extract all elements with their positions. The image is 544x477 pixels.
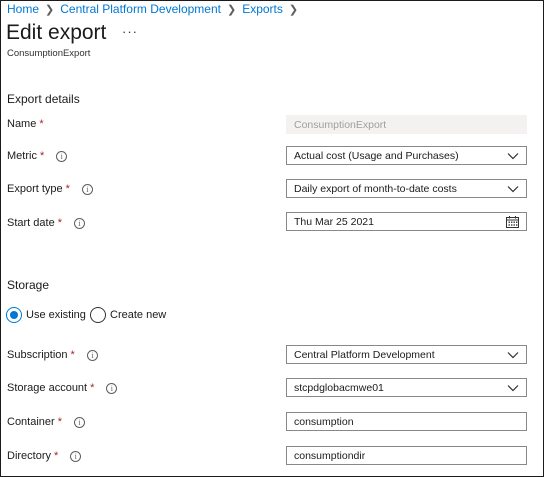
chevron-right-icon: ❯ (45, 3, 55, 16)
metric-label-text: Metric (7, 150, 37, 162)
storage-account-label-text: Storage account (7, 382, 88, 394)
use-existing-radio[interactable]: Use existing (6, 307, 86, 323)
metric-dropdown-value: Actual cost (Usage and Purchases) (294, 149, 459, 162)
name-label: Name * (7, 118, 44, 130)
radio-button-selected[interactable] (6, 307, 22, 323)
required-marker: * (65, 183, 70, 195)
required-marker: * (70, 349, 75, 361)
subscription-label: Subscription * i (7, 349, 98, 361)
subscription-dropdown-value: Central Platform Development (294, 348, 435, 361)
info-icon[interactable]: i (73, 217, 85, 229)
create-new-label: Create new (110, 309, 167, 321)
start-date-label-text: Start date (7, 217, 55, 229)
chevron-right-icon: ❯ (226, 3, 237, 16)
create-new-radio[interactable]: Create new (90, 307, 166, 323)
container-label-text: Container (7, 416, 55, 428)
breadcrumb-exports-link[interactable]: Exports (242, 2, 283, 16)
required-marker: * (57, 217, 62, 229)
chevron-down-icon (507, 185, 519, 192)
info-icon[interactable]: i (86, 349, 98, 361)
info-icon[interactable]: i (73, 416, 85, 428)
export-type-dropdown-value: Daily export of month-to-date costs (294, 182, 457, 195)
required-marker: * (57, 416, 62, 428)
radio-button-unselected[interactable] (90, 307, 106, 323)
name-label-text: Name (7, 118, 37, 130)
info-icon[interactable]: i (81, 183, 93, 195)
breadcrumb-home-link[interactable]: Home (7, 2, 39, 16)
required-marker: * (54, 450, 59, 462)
name-field: ConsumptionExport (286, 115, 527, 134)
breadcrumb: Home ❯ Central Platform Development ❯ Ex… (7, 2, 304, 16)
subscription-dropdown[interactable]: Central Platform Development (286, 345, 527, 364)
container-input-value: consumption (294, 415, 354, 428)
container-input[interactable]: consumption (286, 412, 527, 431)
info-icon[interactable]: i (56, 150, 68, 162)
directory-label: Directory * i (7, 450, 82, 462)
start-date-picker[interactable]: Thu Mar 25 2021 (286, 212, 527, 231)
metric-label: Metric * i (7, 150, 68, 162)
storage-account-dropdown-value: stcpdglobacmwe01 (294, 381, 384, 394)
required-marker: * (90, 382, 95, 394)
export-details-heading: Export details (7, 92, 80, 106)
required-marker: * (39, 118, 44, 130)
breadcrumb-subscription-link[interactable]: Central Platform Development (60, 2, 221, 16)
calendar-icon[interactable] (506, 215, 519, 228)
start-date-value: Thu Mar 25 2021 (294, 215, 374, 228)
page-subtitle: ConsumptionExport (7, 48, 91, 59)
chevron-down-icon (507, 152, 519, 159)
blade-frame (0, 0, 544, 477)
page-title: Edit export (6, 21, 107, 44)
use-existing-label: Use existing (26, 309, 86, 321)
storage-account-dropdown[interactable]: stcpdglobacmwe01 (286, 378, 527, 397)
storage-account-label: Storage account * i (7, 382, 118, 394)
container-label: Container * i (7, 416, 85, 428)
subscription-label-text: Subscription (7, 349, 68, 361)
chevron-down-icon (507, 351, 519, 358)
directory-input[interactable]: consumptiondir (286, 446, 527, 465)
info-icon[interactable]: i (106, 382, 118, 394)
start-date-label: Start date * i (7, 217, 85, 229)
info-icon[interactable]: i (70, 450, 82, 462)
metric-dropdown[interactable]: Actual cost (Usage and Purchases) (286, 146, 527, 165)
directory-label-text: Directory (7, 450, 52, 462)
more-icon[interactable]: ··· (122, 24, 138, 39)
chevron-right-icon: ❯ (288, 3, 299, 16)
required-marker: * (39, 150, 45, 162)
directory-input-value: consumptiondir (294, 449, 366, 462)
name-field-value: ConsumptionExport (294, 118, 387, 131)
chevron-down-icon (507, 384, 519, 391)
storage-heading: Storage (7, 278, 50, 292)
export-type-label-text: Export type (7, 183, 63, 195)
export-type-label: Export type * i (7, 183, 93, 195)
export-type-dropdown[interactable]: Daily export of month-to-date costs (286, 179, 527, 198)
